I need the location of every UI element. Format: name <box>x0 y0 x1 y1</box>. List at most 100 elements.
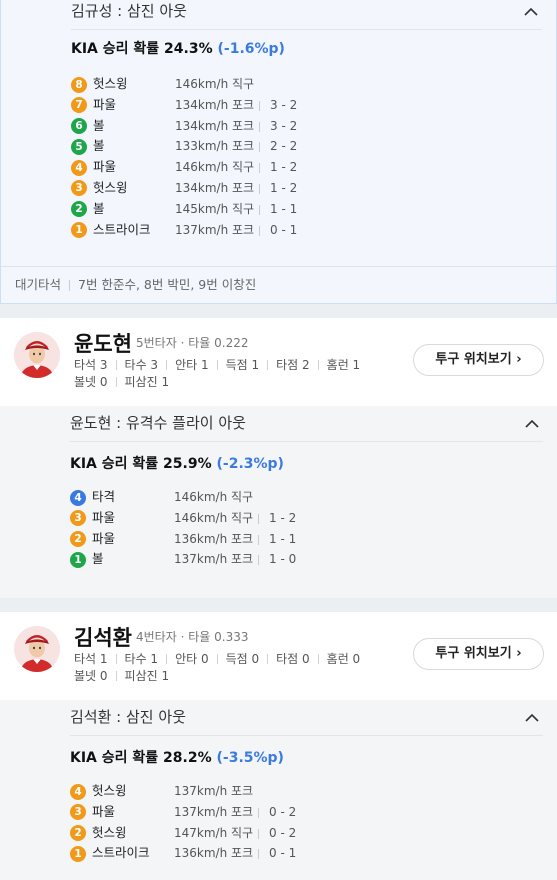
win-probability-delta: (-1.6%p) <box>217 41 285 57</box>
player-stat: 타수 3 <box>124 358 159 372</box>
ball-strike-count: 2 - 2 <box>270 139 298 154</box>
player-stat: 타점 2 <box>276 358 310 372</box>
win-probability-value: 24.3% <box>164 41 213 57</box>
at-bat-result-text: 김석환 : 삼진 아웃 <box>70 708 186 726</box>
divider <box>115 671 117 681</box>
player-avatar <box>14 332 60 378</box>
pitch-number-badge: 3 <box>71 180 87 197</box>
batting-order: 5번타자 <box>136 336 177 350</box>
player-stats: 타석 1 타수 1 안타 0 득점 0 타점 0 홈런 0 볼넷 0 피삼진 1 <box>74 651 404 685</box>
pitch-row: 1 스트라이크 137km/h 포크 0 - 1 <box>71 220 371 241</box>
at-bat-result-text: 윤도현 : 유격수 플라이 아웃 <box>70 414 246 432</box>
ball-strike-count: 0 - 2 <box>269 825 297 840</box>
pitch-row: 2 파울 136km/h 포크 1 - 1 <box>70 529 370 550</box>
pitch-number-badge: 5 <box>71 138 87 155</box>
divider <box>258 828 259 839</box>
at-bat-result-header[interactable]: 윤도현 : 유격수 플라이 아웃 <box>70 412 543 442</box>
ball-strike-count: 1 - 2 <box>270 160 298 175</box>
pitch-result: 헛스윙 <box>92 824 127 840</box>
pitch-speed-type: 134km/h 포크 <box>175 118 255 133</box>
pitch-list: 4 타격 146km/h 직구 3 파울 146km/h 직구 1 - 2 2 파울 136km/… <box>70 487 370 570</box>
pitch-location-button-label: 투구 위치보기 <box>435 646 512 661</box>
pitch-speed-type: 136km/h 포크 <box>174 531 254 546</box>
pitch-speed-type: 137km/h 포크 <box>174 804 254 819</box>
pitch-number-badge: 1 <box>70 551 86 568</box>
at-bat-result-header[interactable]: 김규성 : 삼진 아웃 <box>71 0 542 30</box>
divider <box>259 204 260 215</box>
win-probability-label: KIA 승리 확률 <box>70 456 159 472</box>
chevron-up-icon[interactable] <box>523 706 541 728</box>
win-probability: KIA 승리 확률 28.2% (-3.5%p) <box>70 748 284 768</box>
divider <box>216 654 218 664</box>
batting-order: 4번타자 <box>136 630 177 644</box>
pitch-result: 볼 <box>93 117 105 133</box>
batting-average-label: 타율 <box>188 336 211 350</box>
pitch-location-button-label: 투구 위치보기 <box>435 352 512 367</box>
divider <box>258 807 259 818</box>
divider <box>258 555 259 566</box>
chevron-up-icon[interactable] <box>523 412 541 434</box>
pitch-number-badge: 4 <box>70 783 86 800</box>
divider <box>115 654 117 664</box>
pitch-location-button[interactable]: 투구 위치보기 › <box>413 638 544 670</box>
pitch-result: 스트라이크 <box>93 221 151 237</box>
player-stat: 득점 1 <box>225 358 260 372</box>
pitch-row: 4 타격 146km/h 직구 <box>70 487 370 508</box>
pitch-speed-type: 145km/h 직구 <box>175 201 255 216</box>
batter-card: 김석환 4번타자 · 타율 0.333 타석 1 타수 1 안타 0 득점 0 타점 0… <box>0 612 557 700</box>
pitch-number-badge: 3 <box>70 510 86 527</box>
waiting-batters: 대기타석 7번 한준수, 8번 박민, 9번 이창진 <box>1 266 556 302</box>
ball-strike-count: 0 - 2 <box>269 804 297 819</box>
pitch-speed-type: 133km/h 포크 <box>175 139 255 154</box>
pitch-row: 3 파울 146km/h 직구 1 - 2 <box>70 508 370 529</box>
waiting-batters-value: 7번 한준수, 8번 박민, 9번 이창진 <box>78 277 257 292</box>
pitch-location-button[interactable]: 투구 위치보기 › <box>413 344 544 376</box>
pitch-result: 타격 <box>92 489 116 504</box>
player-stat: 타석 3 <box>74 358 108 372</box>
pitch-result: 파울 <box>92 803 116 819</box>
pitch-row: 3 헛스윙 134km/h 포크 1 - 2 <box>71 178 371 199</box>
player-stat: 안타 0 <box>175 652 209 666</box>
waiting-batters-label: 대기타석 <box>15 277 62 292</box>
player-name: 윤도현 <box>74 332 132 356</box>
divider <box>258 849 259 860</box>
pitch-result: 파울 <box>92 530 116 546</box>
section-gap <box>0 304 557 318</box>
pitch-list: 8 헛스윙 146km/h 직구 7 파울 134km/h 포크 3 - 2 6 볼 134km/… <box>71 74 371 240</box>
chevron-up-icon[interactable] <box>522 0 540 22</box>
win-probability-delta: (-3.5%p) <box>216 750 284 766</box>
pitch-number-badge: 1 <box>70 845 86 862</box>
player-name: 김석환 <box>74 626 132 650</box>
player-stat: 홈런 1 <box>326 358 361 372</box>
divider <box>258 534 259 545</box>
pitch-row: 4 파울 146km/h 직구 1 - 2 <box>71 157 371 178</box>
pitch-number-badge: 4 <box>70 489 86 506</box>
divider <box>317 360 319 370</box>
pitch-number-badge: 3 <box>70 804 86 821</box>
pitch-speed-type: 146km/h 직구 <box>174 510 254 525</box>
divider <box>166 360 168 370</box>
divider <box>259 121 260 132</box>
win-probability-label: KIA 승리 확률 <box>70 750 159 766</box>
win-probability-delta: (-2.3%p) <box>216 456 284 472</box>
pitch-number-badge: 4 <box>71 159 87 176</box>
batting-average-label: 타율 <box>188 630 211 644</box>
pitch-number-badge: 1 <box>71 222 87 239</box>
ball-strike-count: 0 - 1 <box>269 846 297 861</box>
divider <box>259 183 260 194</box>
pitch-number-badge: 7 <box>71 97 87 114</box>
divider <box>317 654 319 664</box>
pitch-speed-type: 136km/h 포크 <box>174 846 254 861</box>
player-stat: 타수 1 <box>124 652 159 666</box>
divider <box>115 377 117 387</box>
pitch-row: 6 볼 134km/h 포크 3 - 2 <box>71 116 371 137</box>
pitch-speed-type: 137km/h 포크 <box>174 784 254 798</box>
ball-strike-count: 1 - 1 <box>270 201 298 216</box>
pitch-result: 볼 <box>93 200 105 216</box>
at-bat-result-header[interactable]: 김석환 : 삼진 아웃 <box>70 706 543 736</box>
ball-strike-count: 1 - 2 <box>269 510 297 525</box>
pitch-row: 1 스트라이크 136km/h 포크 0 - 1 <box>70 843 370 864</box>
ball-strike-count: 3 - 2 <box>270 118 298 133</box>
divider <box>166 654 168 664</box>
pitch-row: 8 헛스윙 146km/h 직구 <box>71 74 371 95</box>
